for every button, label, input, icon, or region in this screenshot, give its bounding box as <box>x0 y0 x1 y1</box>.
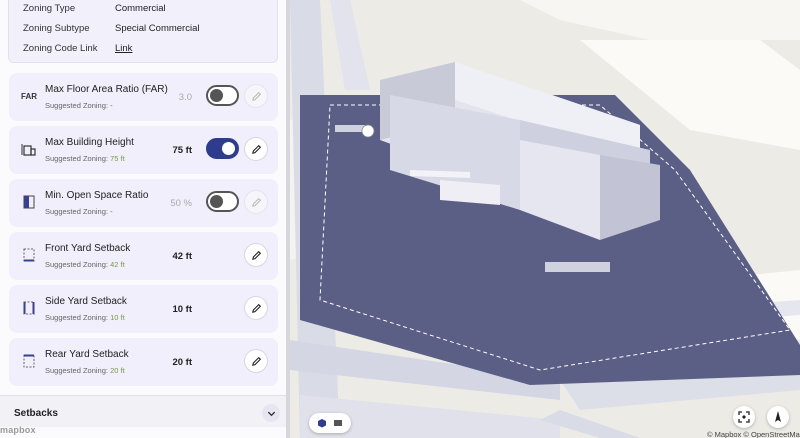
pencil-icon <box>251 250 261 260</box>
map-attribution[interactable]: © Mapbox © OpenStreetMa <box>707 430 800 438</box>
front-setback-icon <box>21 248 37 262</box>
suggested-zoning: Suggested Zoning: - <box>45 101 113 110</box>
edit-front-setback-button[interactable] <box>244 243 268 267</box>
far-toggle[interactable] <box>206 85 239 106</box>
far-icon: FAR <box>21 91 37 101</box>
card-value: 75 ft <box>172 145 192 156</box>
zoning-subtype-label: Zoning Subtype <box>23 23 90 34</box>
compass-button[interactable] <box>767 406 789 428</box>
card-title: Min. Open Space Ratio <box>45 190 149 201</box>
edit-rear-setback-button[interactable] <box>244 349 268 373</box>
rotate-handle[interactable] <box>361 124 375 138</box>
edit-open-space-button[interactable] <box>244 190 268 214</box>
panel-scrollbar[interactable] <box>286 0 290 438</box>
height-toggle[interactable] <box>206 138 239 159</box>
zoning-info-card: Zoning Type Commercial Zoning Subtype Sp… <box>8 0 278 63</box>
zoning-type-value: Commercial <box>115 3 166 14</box>
card-value: 20 ft <box>172 357 192 368</box>
suggested-zoning: Suggested Zoning: - <box>45 207 113 216</box>
far-card: FAR Max Floor Area Ratio (FAR) Suggested… <box>9 73 278 121</box>
view-mode-toggle[interactable] <box>309 413 351 433</box>
open-space-toggle[interactable] <box>206 191 239 212</box>
zoning-code-link[interactable]: Link <box>115 43 132 54</box>
zoning-type-label: Zoning Type <box>23 3 76 14</box>
suggested-zoning: Suggested Zoning: 20 ft <box>45 366 125 375</box>
suggested-zoning: Suggested Zoning: 42 ft <box>45 260 125 269</box>
compass-icon <box>775 411 781 422</box>
card-title: Rear Yard Setback <box>45 349 129 360</box>
card-title: Max Building Height <box>45 137 134 148</box>
mapbox-logo[interactable]: mapbox <box>0 425 36 435</box>
rear-setback-icon <box>21 354 37 368</box>
zoning-subtype-value: Special Commercial <box>115 23 200 34</box>
edit-far-button[interactable] <box>244 84 268 108</box>
card-value: 10 ft <box>172 304 192 315</box>
setbacks-section-header[interactable]: Setbacks <box>0 395 286 427</box>
open-space-card: Min. Open Space Ratio Suggested Zoning: … <box>9 179 278 227</box>
front-setback-card: Front Yard Setback Suggested Zoning: 42 … <box>9 232 278 280</box>
open-space-icon <box>21 195 37 209</box>
suggested-zoning: Suggested Zoning: 75 ft <box>45 154 125 163</box>
card-title: Max Floor Area Ratio (FAR) <box>45 84 168 95</box>
pencil-icon <box>251 144 261 154</box>
card-value: 42 ft <box>172 251 192 262</box>
building-height-icon <box>21 142 37 156</box>
focus-frame-icon <box>738 411 750 423</box>
recenter-button[interactable] <box>733 406 755 428</box>
side-setback-card: Side Yard Setback Suggested Zoning: 10 f… <box>9 285 278 333</box>
zoning-panel: Zoning Type Commercial Zoning Subtype Sp… <box>0 0 290 438</box>
2d-map-icon <box>334 420 342 426</box>
card-title: Front Yard Setback <box>45 243 131 254</box>
max-height-card: Max Building Height Suggested Zoning: 75… <box>9 126 278 174</box>
card-title: Side Yard Setback <box>45 296 127 307</box>
suggested-zoning: Suggested Zoning: 10 ft <box>45 313 125 322</box>
card-value: 3.0 <box>178 92 192 103</box>
pencil-icon <box>251 197 261 207</box>
collapse-button[interactable] <box>262 404 280 422</box>
rear-setback-card: Rear Yard Setback Suggested Zoning: 20 f… <box>9 338 278 386</box>
card-value: 50 % <box>170 198 192 209</box>
setbacks-label: Setbacks <box>14 408 58 419</box>
pencil-icon <box>251 356 261 366</box>
pencil-icon <box>251 91 261 101</box>
chevron-down-icon <box>267 411 275 416</box>
side-setback-icon <box>21 301 37 315</box>
edit-side-setback-button[interactable] <box>244 296 268 320</box>
pencil-icon <box>251 303 261 313</box>
edit-height-button[interactable] <box>244 137 268 161</box>
3d-cube-icon <box>318 419 326 428</box>
zoning-code-link-label: Zoning Code Link <box>23 43 98 54</box>
